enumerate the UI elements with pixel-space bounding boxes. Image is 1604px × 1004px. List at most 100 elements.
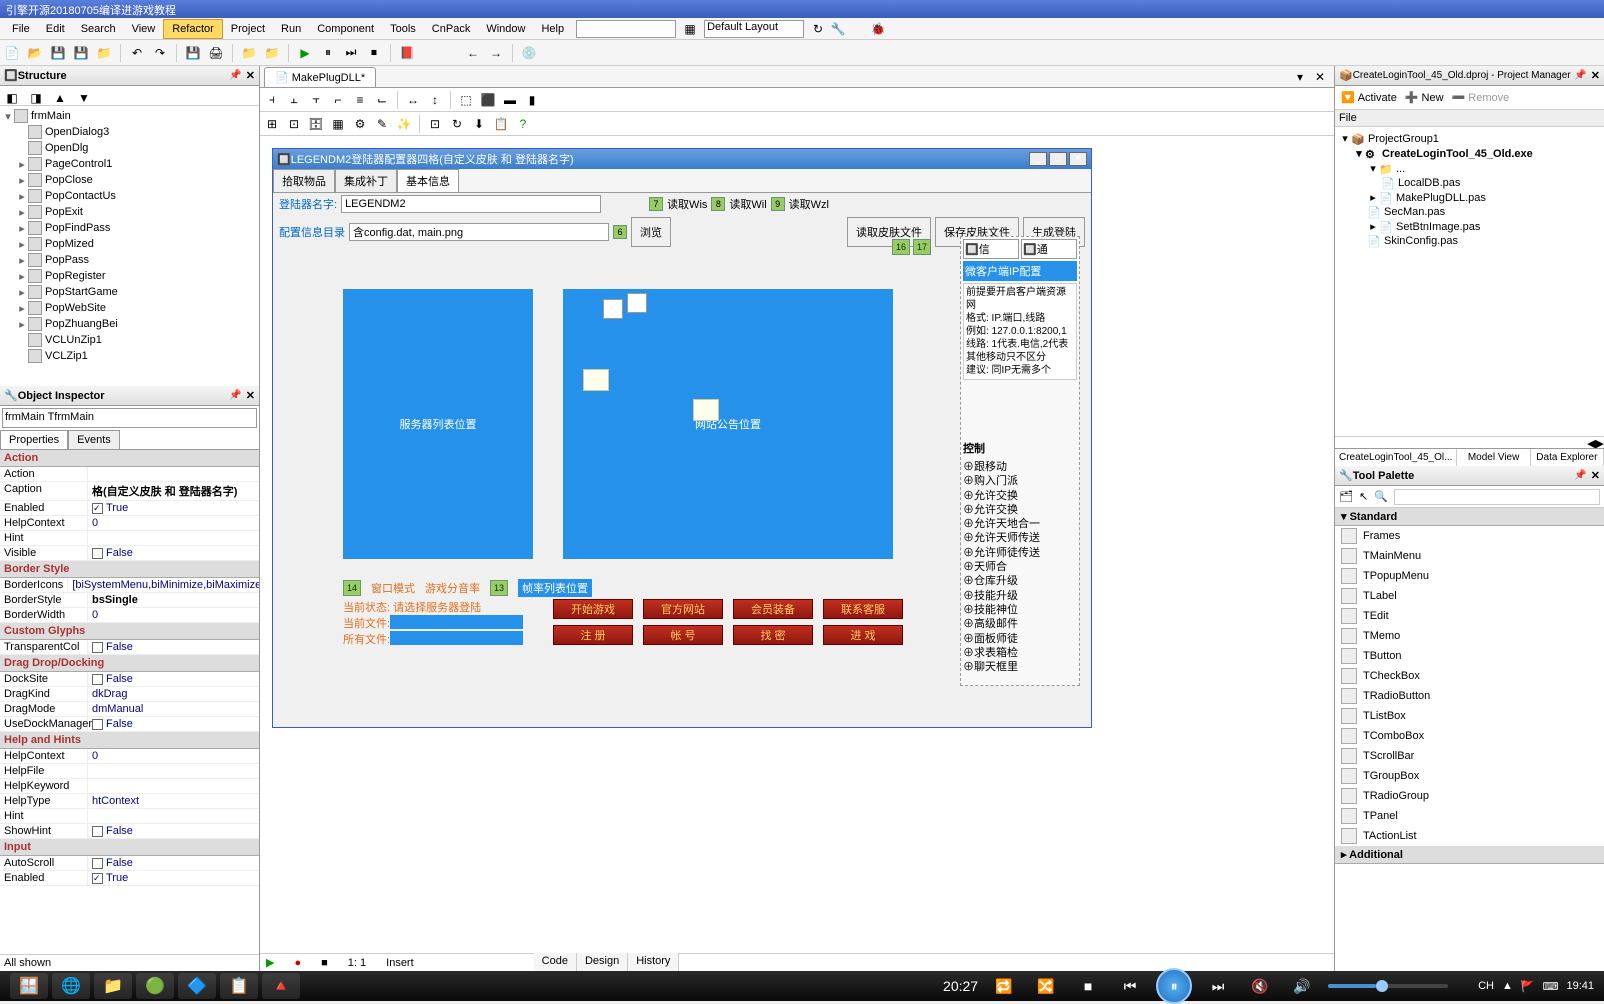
- down-icon[interactable]: ▼: [74, 88, 94, 108]
- start-button[interactable]: 🪟: [10, 973, 48, 999]
- new-button[interactable]: ➕New: [1405, 91, 1444, 104]
- component-icon[interactable]: [603, 299, 623, 319]
- pm-tree[interactable]: ▾📦ProjectGroup1 ▾⚙CreateLoginTool_45_Old…: [1335, 127, 1604, 436]
- volume-slider[interactable]: [1328, 984, 1448, 988]
- pm-tab[interactable]: Model View: [1457, 449, 1530, 466]
- tree-item[interactable]: VCLZip1: [2, 348, 257, 364]
- enter-game-button[interactable]: 进 戏: [823, 625, 903, 645]
- folder2-icon[interactable]: 📁: [239, 43, 259, 63]
- pin-icon[interactable]: 📌: [1574, 70, 1586, 81]
- menu-refactor[interactable]: Refactor: [163, 19, 223, 39]
- print-icon[interactable]: 🖨: [206, 43, 226, 63]
- register-button[interactable]: 注 册: [553, 625, 633, 645]
- ie-icon[interactable]: 🌐: [52, 973, 90, 999]
- back-icon[interactable]: ←: [463, 43, 483, 63]
- align-top-icon[interactable]: ⌐: [328, 90, 348, 110]
- oi-property-row[interactable]: HelpContext0: [0, 749, 259, 764]
- scroll-right-icon[interactable]: ▶: [1596, 437, 1604, 448]
- tree-root[interactable]: ▾frmMain: [2, 108, 257, 124]
- pm-tab[interactable]: Data Explorer: [1531, 449, 1604, 466]
- oi-property-row[interactable]: DragKinddkDrag: [0, 687, 259, 702]
- close-icon[interactable]: ✕: [1069, 152, 1087, 166]
- palette-item[interactable]: TMainMenu: [1335, 546, 1604, 566]
- findpass-button[interactable]: 找 密: [733, 625, 813, 645]
- layout-tool-icon[interactable]: 🔧: [828, 19, 848, 39]
- run-icon[interactable]: ▶: [295, 43, 315, 63]
- app-icon[interactable]: 🔷: [178, 973, 216, 999]
- form-tab[interactable]: 拾取物品: [273, 169, 335, 192]
- tree-item[interactable]: ▸PopContactUs: [2, 188, 257, 204]
- align-mid-icon[interactable]: ≡: [350, 90, 370, 110]
- tab-events[interactable]: Events: [68, 430, 120, 449]
- tree-item[interactable]: ▸PageControl1: [2, 156, 257, 172]
- up-icon[interactable]: ▲: [50, 88, 70, 108]
- category-icon[interactable]: 🗂: [1339, 490, 1353, 503]
- fwd-icon[interactable]: →: [486, 43, 506, 63]
- menu-run[interactable]: Run: [273, 20, 309, 38]
- loop-icon[interactable]: 🔁: [988, 970, 1020, 1002]
- download-icon[interactable]: ⬇: [469, 114, 489, 134]
- stop-icon[interactable]: ⏹: [364, 43, 384, 63]
- palette-item[interactable]: Frames: [1335, 526, 1604, 546]
- app-icon[interactable]: 🟢: [136, 973, 174, 999]
- align-bot-icon[interactable]: ⌙: [372, 90, 392, 110]
- tree-item[interactable]: ▸PopZhuangBei: [2, 316, 257, 332]
- structure-tree[interactable]: ▾frmMain OpenDialog3 OpenDlg ▸PageContro…: [0, 106, 259, 386]
- tree-item[interactable]: OpenDialog3: [2, 124, 257, 140]
- palette-item[interactable]: TButton: [1335, 646, 1604, 666]
- menu-help[interactable]: Help: [533, 20, 572, 38]
- palette-item[interactable]: TPanel: [1335, 806, 1604, 826]
- contact-button[interactable]: 联系客服: [823, 599, 903, 619]
- doc-tab[interactable]: 📄 MakePlugDLL*: [264, 67, 376, 87]
- save-icon[interactable]: 💾: [48, 43, 68, 63]
- tree-item[interactable]: VCLUnZip1: [2, 332, 257, 348]
- tab-code[interactable]: Code: [534, 953, 577, 973]
- filter-icon[interactable]: 🔍: [1374, 490, 1388, 503]
- oi-property-row[interactable]: TransparentColFalse: [0, 640, 259, 655]
- start-game-button[interactable]: 开始游戏: [553, 599, 633, 619]
- clock[interactable]: 19:41: [1566, 980, 1594, 992]
- pencil-icon[interactable]: ✎: [372, 114, 392, 134]
- login-name-input[interactable]: [341, 195, 601, 213]
- menu-file[interactable]: File: [4, 20, 38, 38]
- pointer-icon[interactable]: ↖: [1359, 490, 1368, 503]
- tray-icon[interactable]: ▲: [1502, 980, 1513, 992]
- menu-edit[interactable]: Edit: [38, 20, 73, 38]
- menu-project[interactable]: Project: [223, 20, 273, 38]
- palette-item[interactable]: TMemo: [1335, 626, 1604, 646]
- oi-property-row[interactable]: BorderIcons[biSystemMenu,biMinimize,biMa…: [0, 578, 259, 593]
- oi-property-row[interactable]: EnabledTrue: [0, 871, 259, 886]
- ip-config-panel[interactable]: 🔲信 🔲通 微客户端IP配置 前提要开启客户端资源网 格式: IP.端口,线路 …: [960, 236, 1080, 686]
- palette-item[interactable]: TLabel: [1335, 586, 1604, 606]
- oi-property-row[interactable]: HelpTypehtContext: [0, 794, 259, 809]
- pin-icon[interactable]: 📌: [1574, 470, 1586, 481]
- bug-icon[interactable]: 🐞: [868, 19, 888, 39]
- step-icon[interactable]: ⏭: [341, 43, 361, 63]
- pm-file[interactable]: 📄SecMan.pas: [1339, 205, 1600, 219]
- browse-button[interactable]: 浏览: [631, 217, 671, 247]
- palette-search-input[interactable]: [1394, 489, 1600, 505]
- palette-list[interactable]: ▾ Standard FramesTMainMenuTPopupMenuTLab…: [1335, 508, 1604, 971]
- tab-list-icon[interactable]: ▾: [1290, 67, 1310, 87]
- palette-category[interactable]: ▾ Standard: [1335, 508, 1604, 526]
- maximize-icon[interactable]: □: [1049, 152, 1067, 166]
- component-icon[interactable]: [583, 369, 609, 391]
- redo-icon[interactable]: ↷: [150, 43, 170, 63]
- flag-icon[interactable]: 🚩: [1521, 980, 1535, 993]
- scroll-left-icon[interactable]: ◀: [1587, 437, 1595, 448]
- account-button[interactable]: 帐 号: [643, 625, 723, 645]
- pause-icon[interactable]: ⏸: [318, 43, 338, 63]
- palette-item[interactable]: TScrollBar: [1335, 746, 1604, 766]
- official-site-button[interactable]: 官方网站: [643, 599, 723, 619]
- palette-item[interactable]: TActionList: [1335, 826, 1604, 846]
- oi-category[interactable]: Help and Hints: [0, 732, 259, 749]
- oi-property-row[interactable]: DockSiteFalse: [0, 672, 259, 687]
- menu-window[interactable]: Window: [478, 20, 533, 38]
- stop-icon[interactable]: ■: [1072, 970, 1104, 1002]
- oi-category[interactable]: Action: [0, 450, 259, 467]
- refresh-icon[interactable]: ↻: [447, 114, 467, 134]
- palette-item[interactable]: TEdit: [1335, 606, 1604, 626]
- activate-button[interactable]: 🔽Activate: [1341, 91, 1397, 104]
- pin-icon[interactable]: 📌: [229, 70, 241, 81]
- pm-file[interactable]: ▸📄SetBtnImage.pas: [1339, 219, 1600, 234]
